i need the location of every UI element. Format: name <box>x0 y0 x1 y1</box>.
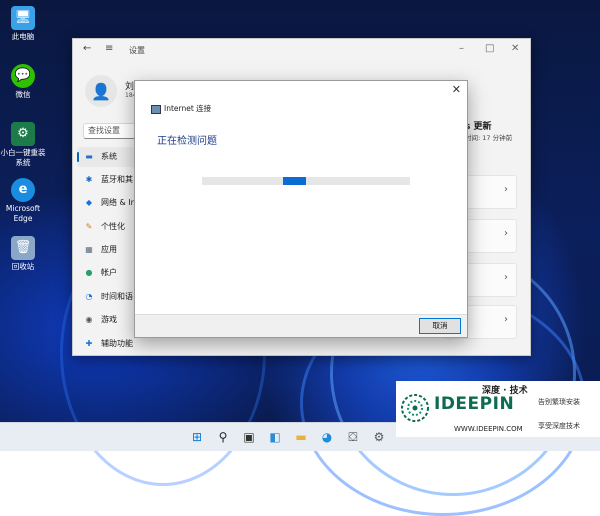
sidebar-item-gaming[interactable]: ◉ 游戏 <box>77 310 137 330</box>
edge-icon[interactable]: ◕ <box>318 428 336 446</box>
clock-icon: ◔ <box>85 292 93 301</box>
watermark: 深度 · 技术 IDEEPIN WWW.IDEEPIN.COM 告别繁琐安装 享… <box>396 381 600 437</box>
file-explorer-icon[interactable]: ▬ <box>292 428 310 446</box>
start-windows-icon[interactable]: ⊞ <box>188 428 206 446</box>
sidebar-item-label: 系统 <box>101 152 117 161</box>
watermark-side2: 享受深度技术 <box>538 422 580 430</box>
store-icon[interactable]: ⛋ <box>344 428 362 446</box>
settings-gear-icon[interactable]: ⚙ <box>370 428 388 446</box>
watermark-brand: IDEEPIN <box>434 394 515 414</box>
cancel-button[interactable]: 取消 <box>419 318 461 334</box>
wechat-icon: 💬 <box>11 64 35 88</box>
apps-icon: ▦ <box>85 245 93 254</box>
sidebar-item-apps[interactable]: ▦ 应用 <box>77 240 137 260</box>
dialog-title: Internet 连接 <box>151 103 211 114</box>
widgets-icon[interactable]: ◧ <box>266 428 284 446</box>
desktop-icon-label: 此电脑 <box>11 32 35 41</box>
desktop-icon-label: 小白一键重装系统 <box>0 148 46 167</box>
update-sub: 时间: 17 分钟前 <box>465 134 513 142</box>
dialog-title-text: Internet 连接 <box>164 104 212 113</box>
accessibility-icon: ✚ <box>85 339 93 348</box>
progress-bar <box>202 177 410 185</box>
sidebar-item-accounts[interactable]: ● 帐户 <box>77 263 137 283</box>
sidebar-item-label: 个性化 <box>101 222 125 231</box>
sidebar-item-bluetooth[interactable]: ✱ 蓝牙和其 <box>77 170 137 190</box>
window-title: 设置 <box>129 46 145 55</box>
gamepad-icon: ◉ <box>85 315 93 324</box>
desktop-icon-label: Microsoft Edge <box>5 204 41 223</box>
desktop-icon-label: 回收站 <box>11 262 35 271</box>
maximize-icon[interactable]: □ <box>485 43 494 54</box>
wifi-icon: ◆ <box>85 198 93 207</box>
xiaobai-icon: ⚙ <box>11 122 35 146</box>
internet-connection-dialog: ✕ Internet 连接 正在检测问题 取消 <box>134 80 468 338</box>
menu-icon[interactable]: ≡ <box>105 43 113 54</box>
sidebar-item-network[interactable]: ◆ 网络 & In <box>77 193 137 213</box>
minimize-icon[interactable]: – <box>459 43 464 54</box>
sidebar-item-time[interactable]: ◔ 时间和语 <box>77 287 137 307</box>
user-name: 刘 <box>125 82 135 92</box>
sidebar-item-label: 时间和语 <box>101 292 133 301</box>
chevron-right-icon: › <box>504 228 508 239</box>
watermark-side1: 告别繁琐安装 <box>538 398 580 406</box>
sidebar-item-accessibility[interactable]: ✚ 辅助功能 <box>77 334 137 354</box>
sidebar-item-label: 帐户 <box>101 268 117 277</box>
sidebar-item-personalization[interactable]: ✎ 个性化 <box>77 217 137 237</box>
update-title: s 更新 <box>465 122 492 132</box>
sidebar-item-label: 游戏 <box>101 315 117 324</box>
monitor-icon: ▬ <box>85 152 93 161</box>
chevron-right-icon: › <box>504 272 508 283</box>
desktop-icon-this-pc[interactable]: 🖥 此电脑 <box>0 6 46 42</box>
bluetooth-icon: ✱ <box>85 175 93 184</box>
desktop-icon-xiaobai[interactable]: ⚙ 小白一键重装系统 <box>0 122 46 168</box>
sidebar-item-label: 蓝牙和其 <box>101 175 133 184</box>
dialog-footer: 取消 <box>135 314 467 337</box>
sidebar-item-label: 辅助功能 <box>101 339 133 348</box>
avatar[interactable]: 👤 <box>85 75 117 107</box>
edge-icon: e <box>11 178 35 202</box>
sidebar-item-label: 应用 <box>101 245 117 254</box>
desktop-icon-recycle-bin[interactable]: 🗑 回收站 <box>0 236 46 272</box>
search-icon[interactable]: ⚲ <box>214 428 232 446</box>
desktop-icon-label: 微信 <box>15 90 31 99</box>
ideepin-logo-icon <box>401 394 429 422</box>
chevron-right-icon: › <box>504 314 508 325</box>
network-icon <box>151 104 161 114</box>
recycle-bin-icon: 🗑 <box>11 236 35 260</box>
person-icon: ● <box>85 268 93 277</box>
desktop-icon-edge[interactable]: e Microsoft Edge <box>0 178 46 224</box>
close-icon[interactable]: ✕ <box>452 83 461 96</box>
title-bar: ← ≡ 设置 – □ ✕ <box>73 39 530 63</box>
sidebar-item-label: 网络 & In <box>101 198 136 207</box>
brush-icon: ✎ <box>85 222 93 231</box>
watermark-url: WWW.IDEEPIN.COM <box>454 425 523 433</box>
dialog-heading: 正在检测问题 <box>157 136 217 147</box>
progress-fill <box>283 177 306 185</box>
chevron-right-icon: › <box>504 184 508 195</box>
back-arrow-icon[interactable]: ← <box>83 43 91 54</box>
desktop-icon-wechat[interactable]: 💬 微信 <box>0 64 46 100</box>
close-icon[interactable]: ✕ <box>511 43 519 54</box>
monitor-icon: 🖥 <box>11 6 35 30</box>
sidebar-item-system[interactable]: ▬ 系统 <box>77 147 137 167</box>
task-view-icon[interactable]: ▣ <box>240 428 258 446</box>
